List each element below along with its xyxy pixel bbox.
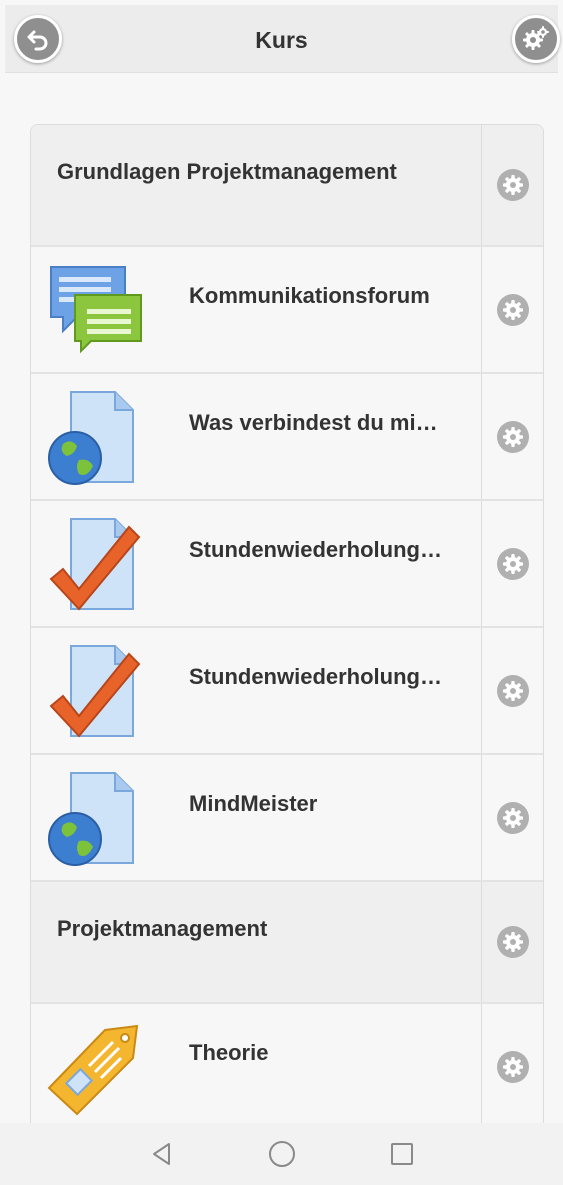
home-circle-icon <box>268 1141 295 1167</box>
quiz-icon <box>49 645 141 738</box>
gear-icon <box>496 169 529 201</box>
section-options-button[interactable] <box>481 882 543 1002</box>
item-options-button[interactable] <box>481 374 543 499</box>
gear-icon <box>496 420 529 453</box>
system-back-button[interactable] <box>142 1134 182 1174</box>
item-options-button[interactable] <box>481 755 543 880</box>
recents-square-icon <box>390 1143 413 1165</box>
item-title: Stundenwiederholung… <box>189 537 442 562</box>
list-item[interactable]: Was verbindest du mi… <box>31 374 543 501</box>
url-icon <box>48 391 134 485</box>
top-app-bar: Kurs <box>5 5 560 73</box>
section-options-button[interactable] <box>481 125 543 245</box>
forum-icon <box>50 266 142 354</box>
section-title: Grundlagen Projektmanagement <box>57 159 397 184</box>
item-options-button[interactable] <box>481 628 543 753</box>
system-navigation-bar <box>0 1123 563 1185</box>
item-title: Stundenwiederholung… <box>189 664 442 689</box>
section-header[interactable]: Grundlagen Projektmanagement <box>31 125 543 247</box>
gears-icon <box>523 26 549 50</box>
list-item[interactable]: Stundenwiederholung… <box>31 628 543 755</box>
system-recents-button[interactable] <box>382 1134 422 1174</box>
gear-icon <box>496 1050 529 1083</box>
gear-icon <box>496 547 529 580</box>
quiz-icon <box>49 518 141 611</box>
list-item[interactable]: Kommunikationsforum <box>31 247 543 374</box>
gear-icon <box>496 926 529 958</box>
item-options-button[interactable] <box>481 1004 543 1124</box>
gear-icon <box>496 674 529 707</box>
item-options-button[interactable] <box>481 501 543 626</box>
system-home-button[interactable] <box>262 1134 302 1174</box>
item-title: Was verbindest du mi… <box>189 410 438 435</box>
url-icon <box>48 772 134 866</box>
item-title: Theorie <box>189 1040 269 1065</box>
gear-icon <box>496 293 529 326</box>
section-title: Projektmanagement <box>57 916 268 941</box>
label-icon <box>47 1024 139 1116</box>
item-title: MindMeister <box>189 791 318 816</box>
gear-icon <box>496 801 529 834</box>
list-item[interactable]: Theorie <box>31 1004 543 1124</box>
course-contents-list: Grundlagen Projektmanagement Kommunikati… <box>30 124 544 1124</box>
item-title: Kommunikationsforum <box>189 283 430 308</box>
section-header[interactable]: Projektmanagement <box>31 882 543 1004</box>
list-item[interactable]: Stundenwiederholung… <box>31 501 543 628</box>
app-root: Kurs Grundlagen Projektmanagement Kommun… <box>0 0 563 1185</box>
course-settings-button[interactable] <box>512 15 560 63</box>
page-title: Kurs <box>255 27 308 53</box>
list-item[interactable]: MindMeister <box>31 755 543 882</box>
item-options-button[interactable] <box>481 247 543 372</box>
back-triangle-icon <box>152 1143 170 1165</box>
